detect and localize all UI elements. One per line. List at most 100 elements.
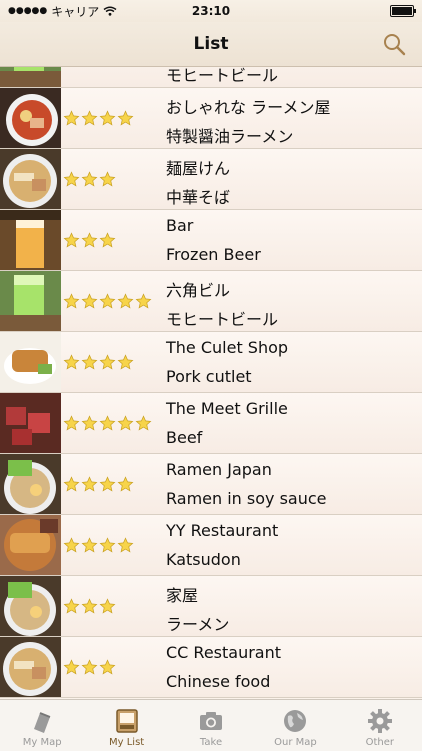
food-photo — [0, 149, 61, 209]
star-rating — [63, 110, 134, 127]
tab-my-list[interactable]: My List — [84, 700, 168, 751]
star-icon — [81, 293, 98, 309]
food-photo — [0, 393, 61, 453]
star-icon — [117, 110, 134, 126]
food-photo — [0, 271, 61, 331]
star-icon — [81, 659, 98, 675]
list-item[interactable]: Bar Frozen Beer — [0, 210, 422, 271]
dish-name: モヒートビール — [166, 67, 279, 85]
star-icon — [81, 171, 98, 187]
star-rating — [63, 354, 134, 371]
dish-name: Frozen Beer — [166, 245, 261, 264]
list-item[interactable]: 麺屋けん 中華そば — [0, 149, 422, 210]
page-title: List — [193, 34, 229, 54]
star-icon — [63, 537, 80, 553]
star-icon — [63, 415, 80, 431]
star-icon — [99, 171, 116, 187]
food-photo — [0, 332, 61, 392]
star-icon — [63, 293, 80, 309]
search-icon[interactable] — [382, 32, 406, 56]
tab-bar: My Map My List Take Our Map Other — [0, 699, 422, 751]
signal-icon: ●●●●● — [8, 6, 48, 16]
star-icon — [63, 659, 80, 675]
restaurant-name: おしゃれな ラーメン屋 — [166, 98, 331, 117]
list-item[interactable]: YY Restaurant Katsudon — [0, 515, 422, 576]
dish-name: ラーメン — [166, 615, 230, 634]
food-photo — [0, 637, 61, 697]
star-rating — [63, 476, 134, 493]
pin-icon — [34, 712, 51, 733]
star-icon — [99, 232, 116, 248]
tab-label: Other — [365, 737, 395, 748]
star-icon — [99, 354, 116, 370]
list-item[interactable]: Ramen Japan Ramen in soy sauce — [0, 454, 422, 515]
restaurant-name: The Culet Shop — [166, 338, 289, 357]
dish-name: 特製醤油ラーメン — [166, 127, 294, 146]
restaurant-name: CC Restaurant — [166, 643, 282, 662]
food-photo — [0, 88, 61, 148]
star-icon — [81, 476, 98, 492]
tab-label: My Map — [22, 737, 62, 748]
star-icon — [99, 293, 116, 309]
star-icon — [63, 171, 80, 187]
restaurant-name: 麺屋けん — [166, 159, 231, 178]
tab-my-map[interactable]: My Map — [0, 700, 84, 751]
tab-label: My List — [109, 737, 145, 748]
list-item[interactable]: The Meet Grille Beef — [0, 393, 422, 454]
star-icon — [99, 537, 116, 553]
list-item[interactable]: 家屋 ラーメン — [0, 576, 422, 637]
star-icon — [99, 476, 116, 492]
food-photo — [0, 515, 61, 575]
star-rating — [63, 293, 152, 310]
star-icon — [63, 476, 80, 492]
dish-name: 中華そば — [166, 188, 231, 207]
dish-name: Pork cutlet — [166, 367, 252, 386]
food-list: モヒートビール おしゃれな ラーメン屋 特製醤油ラーメン 麺屋けん 中華そば Bar Fro… — [0, 67, 422, 699]
food-photo — [0, 67, 61, 87]
star-rating — [63, 232, 116, 249]
dish-name: Beef — [166, 428, 203, 447]
star-rating — [63, 537, 134, 554]
star-icon — [117, 415, 134, 431]
star-icon — [63, 598, 80, 614]
tab-our-map[interactable]: Our Map — [253, 700, 337, 751]
star-rating — [63, 598, 116, 615]
list-item[interactable]: CC Restaurant Chinese food — [0, 637, 422, 698]
star-icon — [81, 110, 98, 126]
list-icon — [115, 709, 138, 733]
tab-label: Our Map — [274, 737, 317, 748]
star-icon — [117, 293, 134, 309]
camera-icon — [200, 712, 223, 730]
list-item[interactable]: おしゃれな ラーメン屋 特製醤油ラーメン — [0, 88, 422, 149]
star-icon — [135, 293, 152, 309]
restaurant-name: YY Restaurant — [166, 521, 279, 540]
restaurant-name: 六角ビル — [166, 281, 231, 300]
star-icon — [99, 659, 116, 675]
restaurant-name: Bar — [166, 216, 194, 235]
food-photo — [0, 210, 61, 270]
restaurant-name: 家屋 — [166, 586, 199, 605]
star-icon — [81, 537, 98, 553]
star-icon — [63, 354, 80, 370]
navigation-bar: List — [0, 22, 422, 67]
tab-take[interactable]: Take — [169, 700, 253, 751]
star-icon — [81, 232, 98, 248]
restaurant-name: Ramen Japan — [166, 460, 272, 479]
wifi-icon — [103, 6, 117, 16]
list-item[interactable]: モヒートビール — [0, 67, 422, 88]
restaurant-name: The Meet Grille — [166, 399, 288, 418]
food-photo — [0, 576, 61, 636]
star-rating — [63, 171, 116, 188]
star-icon — [81, 354, 98, 370]
star-icon — [117, 537, 134, 553]
list-item[interactable]: 六角ビル モヒートビール — [0, 271, 422, 332]
tab-other[interactable]: Other — [338, 700, 422, 751]
tab-label: Take — [199, 737, 223, 748]
star-icon — [117, 476, 134, 492]
carrier-label: キャリア — [51, 4, 100, 19]
star-rating — [63, 659, 116, 676]
dish-name: Katsudon — [166, 550, 241, 569]
status-bar: ●●●●● キャリア 23:10 — [0, 0, 422, 22]
list-item[interactable]: The Culet Shop Pork cutlet — [0, 332, 422, 393]
dish-name: Chinese food — [166, 672, 271, 691]
